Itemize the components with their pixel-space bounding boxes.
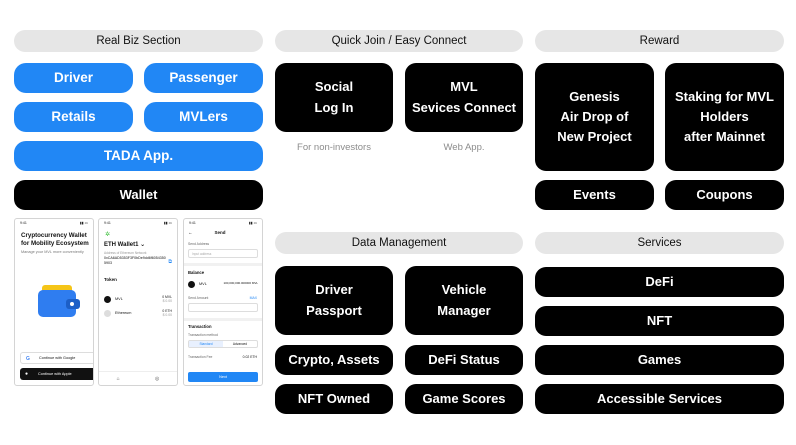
transaction-fee-value: 0.02 ETH bbox=[242, 355, 257, 359]
mvl-services-connect-box[interactable]: MVL Sevices Connect bbox=[405, 63, 523, 132]
wallet-button[interactable]: Wallet bbox=[14, 180, 263, 210]
status-bar: 9:41 ▮▮ ▭ bbox=[104, 221, 172, 225]
real-biz-header: Real Biz Section bbox=[14, 30, 263, 52]
mvl-token-icon bbox=[104, 295, 111, 303]
nft-owned-box[interactable]: NFT Owned bbox=[275, 384, 393, 414]
events-box[interactable]: Events bbox=[535, 180, 654, 210]
ethereum-token-icon bbox=[104, 309, 111, 317]
tada-app-button[interactable]: TADA App. bbox=[14, 141, 263, 171]
send-screen: 9:41 ▮▮ ▭ ← Send Send Address Input addre… bbox=[183, 218, 263, 386]
token-row[interactable]: Ethereum 0 ETH $ 0.00 bbox=[104, 307, 172, 319]
balance-header: Balance bbox=[188, 270, 205, 275]
max-button[interactable]: MAX bbox=[250, 296, 257, 300]
game-scores-box[interactable]: Game Scores bbox=[405, 384, 523, 414]
accessible-services-box[interactable]: Accessible Services bbox=[535, 384, 784, 414]
token-row[interactable]: MVL 0 MVL $ 0.00 bbox=[104, 293, 172, 305]
defi-status-box[interactable]: DeFi Status bbox=[405, 345, 523, 375]
token-header: Token bbox=[104, 277, 117, 282]
mvl-logo-icon: ✲ bbox=[105, 232, 111, 238]
passenger-button[interactable]: Passenger bbox=[144, 63, 263, 93]
standard-option[interactable]: Standard bbox=[189, 341, 223, 347]
google-icon: G bbox=[26, 356, 30, 362]
defi-box[interactable]: DeFi bbox=[535, 267, 784, 297]
battery-icon: ▮▮ ▭ bbox=[163, 221, 172, 225]
staking-box[interactable]: Staking for MVL Holders after Mainnet bbox=[665, 63, 784, 171]
transaction-header: Transaction bbox=[188, 324, 212, 329]
services-header: Services bbox=[535, 232, 784, 254]
next-button[interactable]: Next bbox=[188, 372, 258, 382]
mvl-token-icon bbox=[188, 280, 195, 288]
nft-box[interactable]: NFT bbox=[535, 306, 784, 336]
transaction-method-toggle[interactable]: Standard Advanced bbox=[188, 340, 258, 348]
copy-icon[interactable]: ⧉ bbox=[168, 259, 172, 265]
genesis-airdrop-box[interactable]: Genesis Air Drop of New Project bbox=[535, 63, 654, 171]
advanced-option[interactable]: Advanced bbox=[223, 341, 257, 347]
driver-passport-box[interactable]: Driver Passport bbox=[275, 266, 393, 335]
status-bar: 9:41 ▮▮ ▭ bbox=[20, 221, 88, 225]
driver-button[interactable]: Driver bbox=[14, 63, 133, 93]
quick-join-header: Quick Join / Easy Connect bbox=[275, 30, 523, 52]
vehicle-manager-box[interactable]: Vehicle Manager bbox=[405, 266, 523, 335]
back-arrow-icon[interactable]: ← bbox=[188, 230, 193, 235]
divider bbox=[184, 318, 262, 321]
settings-icon[interactable]: ◎ bbox=[155, 376, 159, 382]
home-icon[interactable]: ⌂ bbox=[117, 376, 120, 382]
send-amount-input[interactable] bbox=[188, 303, 258, 312]
reward-header: Reward bbox=[535, 30, 784, 52]
apple-icon: ● bbox=[25, 371, 29, 377]
send-amount-label: Send Amount bbox=[188, 296, 209, 300]
mvlers-button[interactable]: MVLers bbox=[144, 102, 263, 132]
send-title: Send bbox=[214, 230, 226, 235]
wallet-icon bbox=[38, 285, 80, 317]
send-address-input[interactable]: Input address bbox=[188, 249, 258, 258]
games-box[interactable]: Games bbox=[535, 345, 784, 375]
status-bar: 9:41 ▮▮ ▭ bbox=[189, 221, 257, 225]
balance-row: MVL 100,000,000.000000 MVL bbox=[188, 278, 258, 290]
wallet-address[interactable]: 0xCA6AD5353F3F0bDe9dd6f6054350 5903 bbox=[104, 256, 166, 266]
divider bbox=[184, 263, 262, 266]
google-login-button[interactable]: G Continue with Google bbox=[20, 352, 93, 364]
data-management-header: Data Management bbox=[275, 232, 523, 254]
wallet-home-screen: 9:41 ▮▮ ▭ ✲ ETH Wallet1 ⌄ Address of Ethe… bbox=[98, 218, 178, 386]
battery-icon: ▮▮ ▭ bbox=[248, 221, 257, 225]
crypto-assets-box[interactable]: Crypto, Assets bbox=[275, 345, 393, 375]
battery-icon: ▮▮ ▭ bbox=[79, 221, 88, 225]
caption-web-app: Web App. bbox=[443, 142, 485, 153]
send-address-label: Send Address bbox=[188, 242, 210, 246]
address-label: Address of Ethereum Network bbox=[104, 251, 147, 255]
transaction-method-label: Transaction method bbox=[188, 333, 218, 337]
apple-login-button[interactable]: ● Continue with Apple bbox=[20, 368, 93, 380]
transaction-fee-label: Transaction Fee bbox=[188, 355, 213, 359]
wallet-name[interactable]: ETH Wallet1 ⌄ bbox=[104, 241, 145, 248]
onboarding-title: Cryptocurrency Wallet for Mobility Ecosy… bbox=[21, 232, 89, 247]
social-login-box[interactable]: Social Log In bbox=[275, 63, 393, 132]
wallet-onboarding-screen: 9:41 ▮▮ ▭ Cryptocurrency Wallet for Mobil… bbox=[14, 218, 94, 386]
bottom-nav: ⌂ ◎ bbox=[99, 371, 177, 385]
coupons-box[interactable]: Coupons bbox=[665, 180, 784, 210]
onboarding-subtitle: Manage your MVL more conveniently bbox=[21, 250, 84, 254]
retails-button[interactable]: Retails bbox=[14, 102, 133, 132]
caption-for-non-investors: For non-investors bbox=[297, 142, 371, 153]
